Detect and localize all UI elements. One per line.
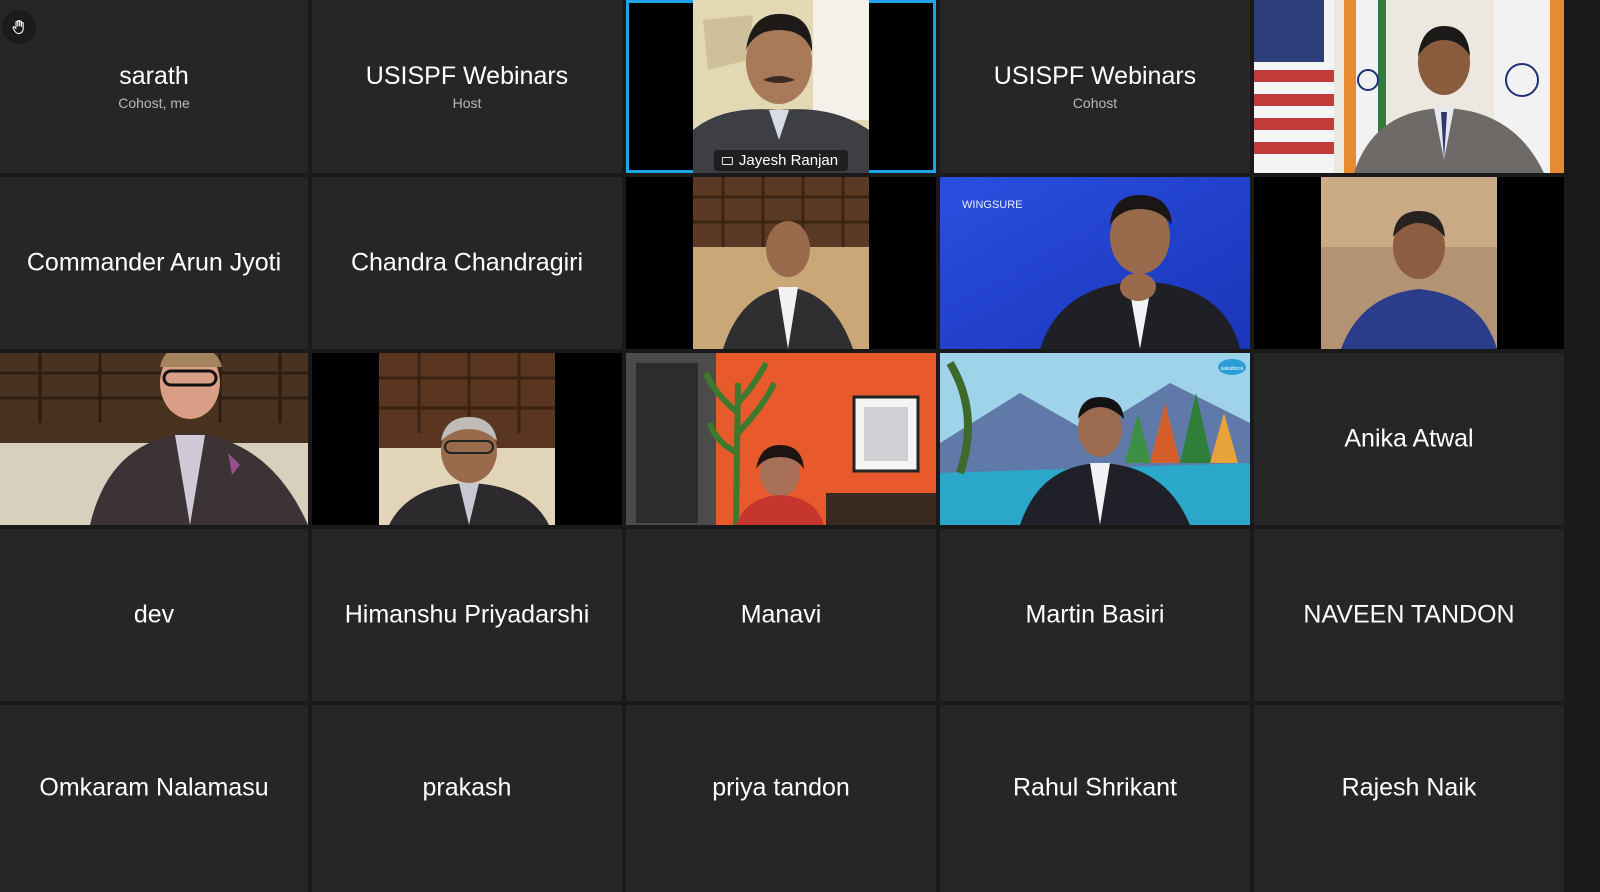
- participant-tile-priya-tandon[interactable]: priya tandon: [626, 705, 936, 892]
- participant-name: priya tandon: [712, 773, 850, 802]
- speaker-figure: [693, 0, 869, 173]
- participant-video: [693, 0, 869, 173]
- screen-share-icon: [721, 156, 733, 165]
- participant-tile-jayesh-ranjan[interactable]: Jayesh Ranjan: [626, 0, 936, 173]
- participant-tile-chandra-chandragiri[interactable]: Chandra Chandragiri: [312, 177, 622, 349]
- participant-name: sarath: [119, 61, 189, 90]
- participant-video: WINGSURE: [940, 177, 1250, 349]
- raise-hand-button[interactable]: [2, 10, 36, 44]
- us-flag-icon: [1254, 0, 1334, 173]
- participant-tile-prakash[interactable]: prakash: [312, 705, 622, 892]
- video-gallery: sarath Cohost, me USISPF Webinars Host J…: [0, 0, 1600, 892]
- participant-name: prakash: [422, 773, 512, 802]
- participant-name: Anika Atwal: [1344, 424, 1474, 453]
- participant-tile-video-1[interactable]: [626, 177, 936, 349]
- participant-tile-usispf-cohost[interactable]: USISPF Webinars Cohost: [940, 0, 1250, 173]
- participant-name: Commander Arun Jyoti: [26, 248, 282, 277]
- participant-name: NAVEEN TANDON: [1303, 600, 1515, 629]
- participant-tile-video-3[interactable]: [1254, 177, 1564, 349]
- participant-tile-martin-basiri[interactable]: Martin Basiri: [940, 529, 1250, 701]
- participant-tile-dev[interactable]: dev: [0, 529, 308, 701]
- participant-role: Host: [452, 94, 482, 111]
- participant-tile-naveen-tandon[interactable]: NAVEEN TANDON: [1254, 529, 1564, 701]
- participant-name: USISPF Webinars: [365, 61, 569, 90]
- participant-video: [1321, 177, 1497, 349]
- participant-tile-video-6[interactable]: [626, 353, 936, 525]
- participant-video: [626, 353, 936, 525]
- participant-name: Omkaram Nalamasu: [39, 773, 269, 802]
- wingsure-logo: WINGSURE: [962, 199, 1023, 211]
- salesforce-badge: salesforce: [1221, 366, 1244, 372]
- participant-tile-sarath[interactable]: sarath Cohost, me: [0, 0, 308, 173]
- participant-name: Jayesh Ranjan: [738, 152, 839, 169]
- participant-video: [0, 353, 308, 525]
- participant-tile-omkaram-nalamasu[interactable]: Omkaram Nalamasu: [0, 705, 308, 892]
- participant-tile-video-flags[interactable]: [1254, 0, 1564, 173]
- participant-tile-himanshu-priyadarshi[interactable]: Himanshu Priyadarshi: [312, 529, 622, 701]
- participant-name: Martin Basiri: [1025, 600, 1165, 629]
- participant-tile-rajesh-naik[interactable]: Rajesh Naik: [1254, 705, 1564, 892]
- raise-hand-icon: [12, 20, 24, 35]
- participant-name: dev: [133, 600, 175, 629]
- participant-tile-manavi[interactable]: Manavi: [626, 529, 936, 701]
- participant-name: Chandra Chandragiri: [350, 248, 584, 277]
- participant-video: [693, 177, 869, 349]
- participant-name: USISPF Webinars: [993, 61, 1197, 90]
- participant-name: Manavi: [740, 600, 822, 629]
- participant-name: Rahul Shrikant: [1013, 773, 1177, 802]
- participant-name: Himanshu Priyadarshi: [344, 600, 590, 629]
- participant-tile-video-7[interactable]: salesforce: [940, 353, 1250, 525]
- participant-video: [379, 353, 555, 525]
- participant-role: Cohost: [1072, 94, 1118, 111]
- participant-tile-video-4[interactable]: [0, 353, 308, 525]
- participant-tile-commander-arun-jyoti[interactable]: Commander Arun Jyoti: [0, 177, 308, 349]
- participant-tile-video-2[interactable]: WINGSURE: [940, 177, 1250, 349]
- participant-video: [1254, 0, 1564, 173]
- participant-tile-video-5[interactable]: [312, 353, 622, 525]
- participant-tile-usispf-host[interactable]: USISPF Webinars Host: [312, 0, 622, 173]
- participant-role: Cohost, me: [118, 94, 190, 111]
- participant-tile-rahul-shrikant[interactable]: Rahul Shrikant: [940, 705, 1250, 892]
- participant-tile-anika-atwal[interactable]: Anika Atwal: [1254, 353, 1564, 525]
- participant-name: Rajesh Naik: [1341, 773, 1477, 802]
- participant-video: salesforce: [940, 353, 1250, 525]
- participant-name-tag: Jayesh Ranjan: [713, 150, 849, 171]
